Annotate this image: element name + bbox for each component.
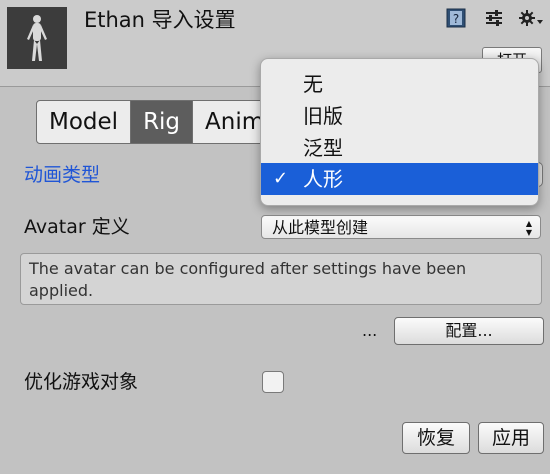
help-message-box: The avatar can be configured after setti… — [20, 253, 542, 305]
dropdown-option-none[interactable]: 无 — [261, 68, 538, 100]
animation-type-label: 动画类型 — [24, 164, 101, 186]
avatar-definition-select[interactable]: 从此模型创建 ▲ ▼ — [261, 215, 541, 239]
help-book-icon[interactable]: ? — [446, 8, 466, 28]
dropdown-option-humanoid[interactable]: ✓ 人形 — [261, 163, 538, 195]
configure-button[interactable]: 配置... — [394, 317, 544, 345]
asset-title: Ethan 导入设置 — [84, 8, 236, 32]
tab-model[interactable]: Model — [37, 101, 132, 143]
svg-text:?: ? — [453, 12, 459, 26]
avatar-definition-label: Avatar 定义 — [24, 216, 130, 238]
checkmark-icon: ✓ — [273, 168, 289, 189]
model-preview-thumbnail — [7, 7, 67, 69]
dropdown-option-legacy[interactable]: 旧版 — [261, 100, 538, 132]
avatar-definition-value: 从此模型创建 — [272, 218, 369, 237]
select-arrows-icon: ▲ ▼ — [525, 219, 532, 237]
settings-gear-icon[interactable] — [518, 8, 544, 28]
apply-button[interactable]: 应用 — [478, 422, 544, 454]
preset-sliders-icon[interactable] — [484, 8, 504, 28]
configure-ellipsis: ... — [362, 321, 378, 340]
optimize-game-objects-label: 优化游戏对象 — [24, 371, 139, 393]
dropdown-option-generic[interactable]: 泛型 — [261, 132, 538, 164]
animation-type-dropdown: 无 旧版 泛型 ✓ 人形 — [260, 58, 539, 206]
tab-rig[interactable]: Rig — [131, 101, 194, 143]
optimize-game-objects-checkbox[interactable] — [262, 371, 284, 393]
revert-button[interactable]: 恢复 — [402, 422, 470, 454]
